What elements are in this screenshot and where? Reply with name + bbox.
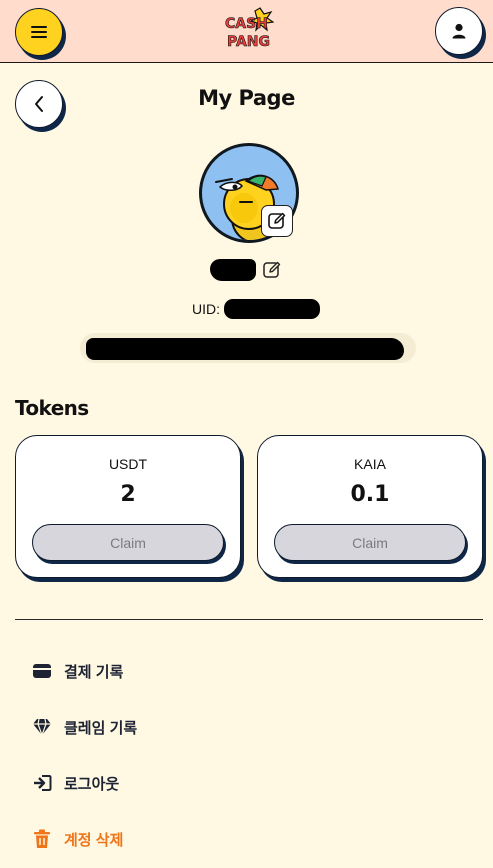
menu-item-label: 계정 삭제: [64, 831, 124, 849]
menu-item-claim-history[interactable]: 클레임 기록: [31, 714, 137, 740]
token-amount: 0.1: [350, 482, 390, 507]
cashpang-logo: CASH PANG: [225, 7, 274, 50]
token-amount: 2: [120, 482, 136, 507]
page-title: My Page: [198, 86, 295, 110]
token-name: KAIA: [354, 456, 386, 472]
app-header: CASH PANG: [0, 0, 493, 63]
hamburger-icon: [31, 26, 47, 38]
token-card-kaia: KAIA 0.1 Claim: [257, 435, 483, 578]
edit-icon: [263, 261, 281, 278]
diamond-icon: [31, 716, 53, 738]
wallet-address-text: [86, 338, 404, 360]
section-divider: [15, 619, 483, 620]
uid-label: UID:: [192, 301, 220, 317]
user-button[interactable]: [435, 7, 483, 55]
uid-row: UID:: [192, 298, 320, 320]
nickname-row: [210, 258, 282, 282]
nickname-edit-button[interactable]: [262, 260, 282, 280]
menu-item-logout[interactable]: 로그아웃: [31, 770, 119, 796]
menu-item-label: 로그아웃: [64, 775, 120, 793]
tokens-section-title: Tokens: [15, 396, 89, 420]
menu-button[interactable]: [15, 8, 63, 56]
logo-text-bottom: PANG: [227, 34, 270, 50]
menu-item-payment-history[interactable]: 결제 기록: [31, 658, 123, 684]
claim-button[interactable]: Claim: [32, 524, 224, 561]
trash-icon: [31, 828, 53, 850]
menu-item-label: 결제 기록: [64, 663, 124, 681]
logout-icon: [31, 772, 53, 794]
nickname-text: [210, 259, 256, 281]
claim-button[interactable]: Claim: [274, 524, 466, 561]
token-card-usdt: USDT 2 Claim: [15, 435, 241, 578]
avatar-edit-button[interactable]: [261, 205, 293, 237]
logo-text-top: CASH: [225, 16, 268, 32]
uid-value: [224, 299, 320, 319]
token-name: USDT: [108, 456, 148, 472]
card-icon: [31, 660, 53, 682]
user-icon: [452, 23, 466, 39]
edit-icon: [268, 212, 286, 229]
menu-item-delete-account[interactable]: 계정 삭제: [31, 826, 123, 852]
menu-item-label: 클레임 기록: [64, 719, 138, 737]
